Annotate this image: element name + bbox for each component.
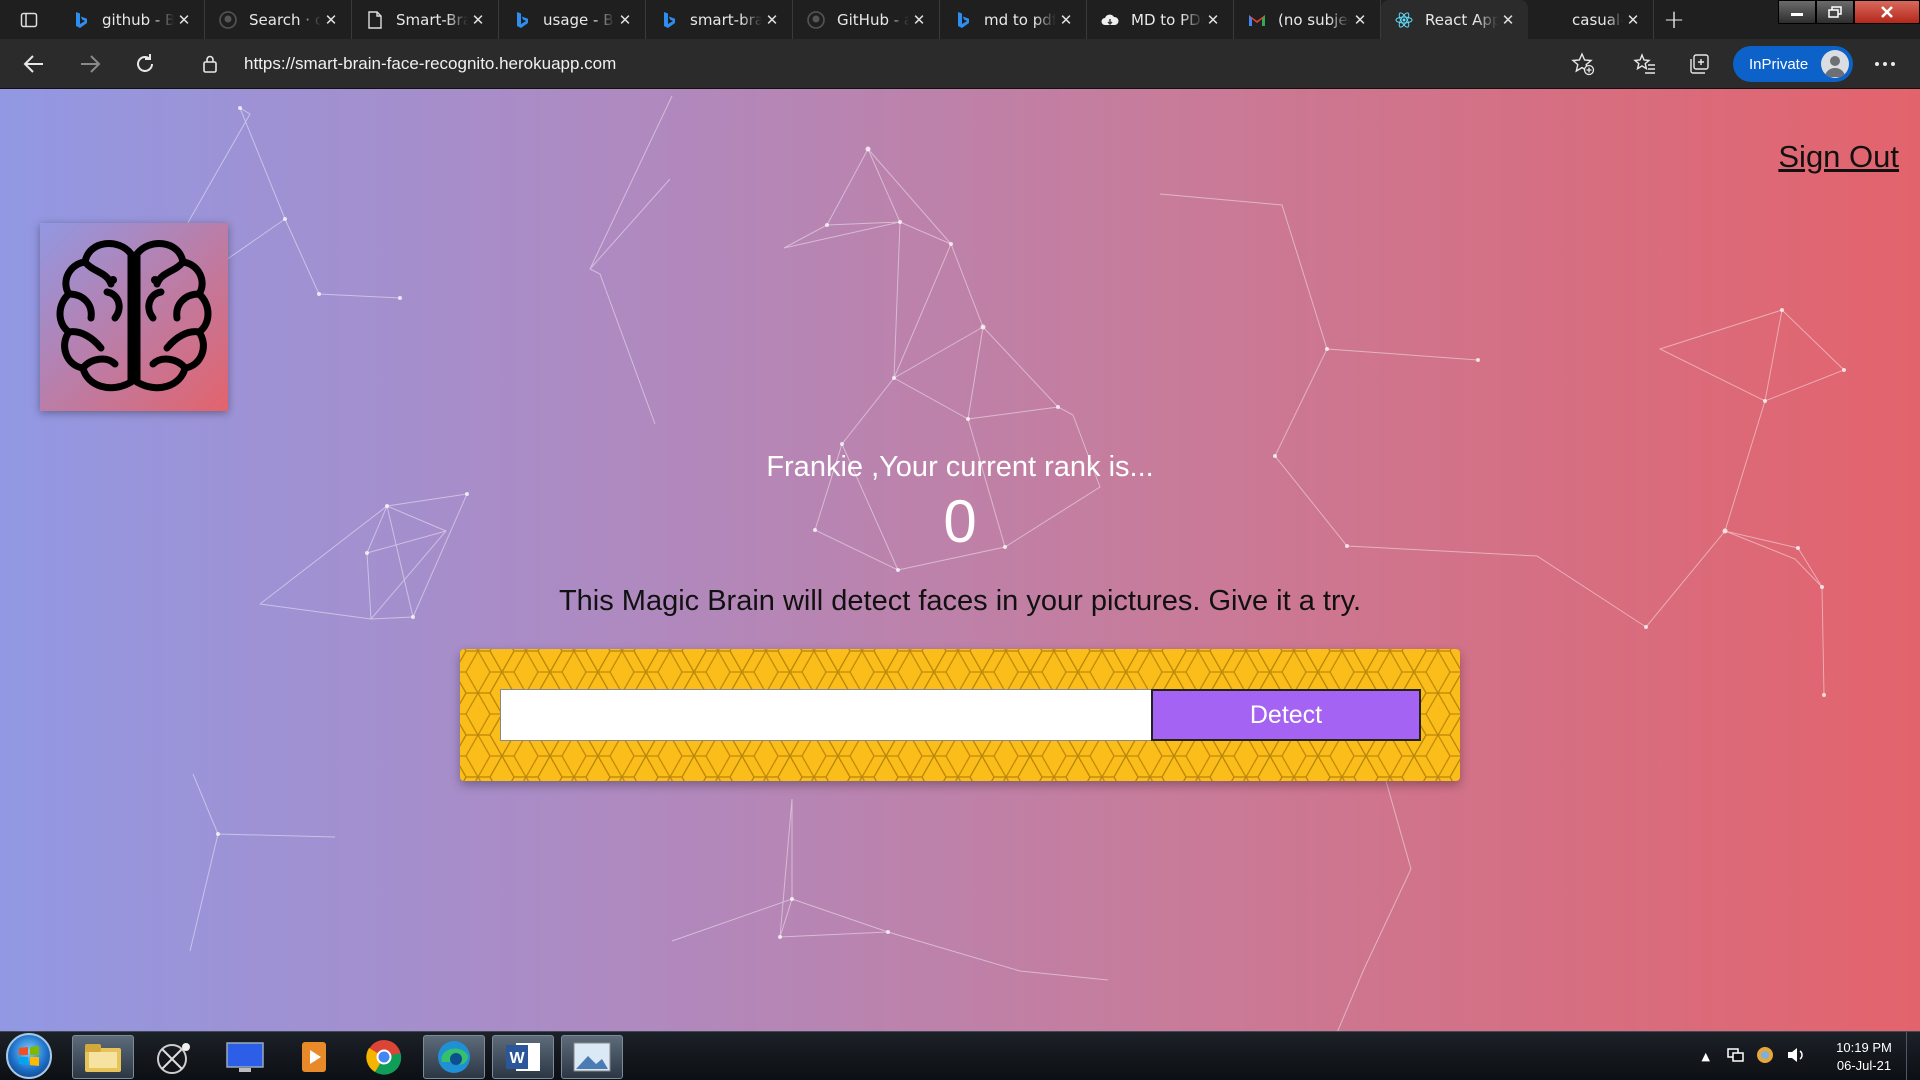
tab-title: Search · code <box>249 10 321 29</box>
tab-title: GitHub - a <box>837 10 909 29</box>
volume-icon[interactable] <box>1786 1047 1806 1067</box>
address-bar[interactable]: https://smart-brain-face-recognito.herok… <box>180 44 1600 84</box>
favorites-icon[interactable] <box>1630 49 1660 79</box>
bing-icon <box>954 11 972 29</box>
tab-title: github - Bing <box>102 10 174 29</box>
browser-tab[interactable]: React App ✕ <box>1381 0 1528 39</box>
bing-icon <box>513 11 531 29</box>
image-url-input[interactable] <box>500 689 1152 741</box>
tab-title: React App <box>1425 10 1498 29</box>
minimize-button[interactable] <box>1778 0 1816 24</box>
tab-strip: github - Bing✕Search · code✕Smart-Brain✕… <box>0 0 1920 39</box>
web-page: Sign Out Frankie ,Your current rank is..… <box>0 89 1920 1031</box>
forward-icon[interactable] <box>72 47 108 81</box>
sign-out-link[interactable]: Sign Out <box>1778 139 1899 175</box>
collections-icon[interactable] <box>1685 49 1715 79</box>
tab-title: Smart-Brain <box>396 10 468 29</box>
browser-tab[interactable]: usage - Bing✕ <box>499 0 646 39</box>
tab-title: smart-brain <box>690 10 762 29</box>
browser-tab[interactable]: (no subject)✕ <box>1234 0 1381 39</box>
blank-favicon-icon <box>1542 11 1560 29</box>
close-tab-icon[interactable]: ✕ <box>1498 10 1518 30</box>
bing-icon <box>72 11 90 29</box>
show-desktop-button[interactable] <box>1906 1032 1920 1080</box>
monitor-icon[interactable] <box>214 1035 276 1079</box>
close-tab-icon[interactable]: ✕ <box>615 10 635 30</box>
github-icon <box>219 10 237 29</box>
react-icon <box>1395 11 1413 29</box>
windows-taskbar: W ▲ 10:19 PM 06-Jul-21 <box>0 1031 1920 1080</box>
close-tab-icon[interactable]: ✕ <box>762 10 782 30</box>
close-window-button[interactable] <box>1854 0 1920 24</box>
file-explorer-icon[interactable] <box>72 1035 134 1079</box>
maximize-button[interactable] <box>1816 0 1854 24</box>
browser-tab[interactable]: MD to PDF ✕ <box>1087 0 1234 39</box>
brain-logo <box>40 223 228 411</box>
close-tab-icon[interactable]: ✕ <box>468 10 488 30</box>
image-url-form: Detect <box>460 649 1460 781</box>
page-icon <box>366 10 384 29</box>
tagline-text: This Magic Brain will detect faces in yo… <box>558 585 1362 617</box>
windows-logo-icon <box>19 1046 39 1066</box>
tab-title: casual-ma <box>1572 10 1623 29</box>
network-icon[interactable] <box>1726 1047 1744 1067</box>
media-icon[interactable] <box>143 1035 205 1079</box>
photos-icon[interactable] <box>561 1035 623 1079</box>
lock-icon[interactable] <box>202 54 232 74</box>
back-icon[interactable] <box>16 47 52 81</box>
browser-tab[interactable]: github - Bing✕ <box>58 0 205 39</box>
inprivate-label: InPrivate <box>1749 55 1809 73</box>
close-tab-icon[interactable]: ✕ <box>321 10 341 30</box>
rank-label: Frankie ,Your current rank is... <box>766 451 1154 483</box>
browser-tab[interactable]: smart-brain✕ <box>646 0 793 39</box>
cloud-icon <box>1101 11 1119 29</box>
gmail-icon <box>1248 11 1266 29</box>
tab-actions-icon[interactable] <box>0 0 58 39</box>
close-tab-icon[interactable]: ✕ <box>174 10 194 30</box>
detect-button[interactable]: Detect <box>1151 689 1421 741</box>
window-controls <box>1778 0 1920 26</box>
browser-tab[interactable]: Smart-Brain✕ <box>352 0 499 39</box>
tab-title: (no subject) <box>1278 10 1350 29</box>
tab-title: usage - Bing <box>543 10 615 29</box>
system-tray: ▲ 10:19 PM 06-Jul-21 <box>1702 1032 1920 1080</box>
inprivate-button[interactable]: InPrivate <box>1733 46 1853 82</box>
address-toolbar: https://smart-brain-face-recognito.herok… <box>0 39 1920 89</box>
system-clock[interactable]: 10:19 PM 06-Jul-21 <box>1822 1039 1906 1075</box>
chrome-icon[interactable] <box>353 1035 415 1079</box>
github-icon <box>807 10 825 29</box>
browser-tab[interactable]: Search · code✕ <box>205 0 352 39</box>
close-tab-icon[interactable]: ✕ <box>1350 10 1370 30</box>
word-icon[interactable]: W <box>492 1035 554 1079</box>
close-tab-icon[interactable]: ✕ <box>1623 10 1643 30</box>
clock-date: 06-Jul-21 <box>1836 1057 1892 1073</box>
add-favorite-icon[interactable] <box>1568 49 1598 79</box>
clock-time: 10:19 PM <box>1836 1039 1892 1055</box>
video-player-icon[interactable] <box>283 1035 345 1079</box>
update-icon[interactable] <box>1756 1046 1774 1068</box>
show-hidden-icons-icon[interactable]: ▲ <box>1702 1050 1710 1063</box>
brain-icon <box>56 240 212 392</box>
svg-text:W: W <box>509 1050 525 1067</box>
start-button[interactable] <box>6 1033 52 1079</box>
rank-value: 0 <box>943 488 977 555</box>
more-menu-icon[interactable] <box>1870 49 1900 79</box>
browser-tab[interactable]: md to pdf ✕ <box>940 0 1087 39</box>
bing-icon <box>660 11 678 29</box>
browser-tab[interactable]: casual-ma✕ <box>1528 0 1654 39</box>
tab-title: md to pdf <box>984 10 1056 29</box>
close-tab-icon[interactable]: ✕ <box>1056 10 1076 30</box>
url-text[interactable]: https://smart-brain-face-recognito.herok… <box>244 54 616 74</box>
close-tab-icon[interactable]: ✕ <box>909 10 929 30</box>
particles-background <box>79 95 1846 1031</box>
refresh-icon[interactable] <box>127 47 163 81</box>
new-tab-button[interactable]: + <box>1654 0 1694 39</box>
browser-tab[interactable]: GitHub - a ✕ <box>793 0 940 39</box>
edge-icon[interactable] <box>423 1035 485 1079</box>
profile-avatar-icon <box>1821 50 1849 78</box>
close-tab-icon[interactable]: ✕ <box>1203 10 1223 30</box>
tab-title: MD to PDF <box>1131 10 1203 29</box>
